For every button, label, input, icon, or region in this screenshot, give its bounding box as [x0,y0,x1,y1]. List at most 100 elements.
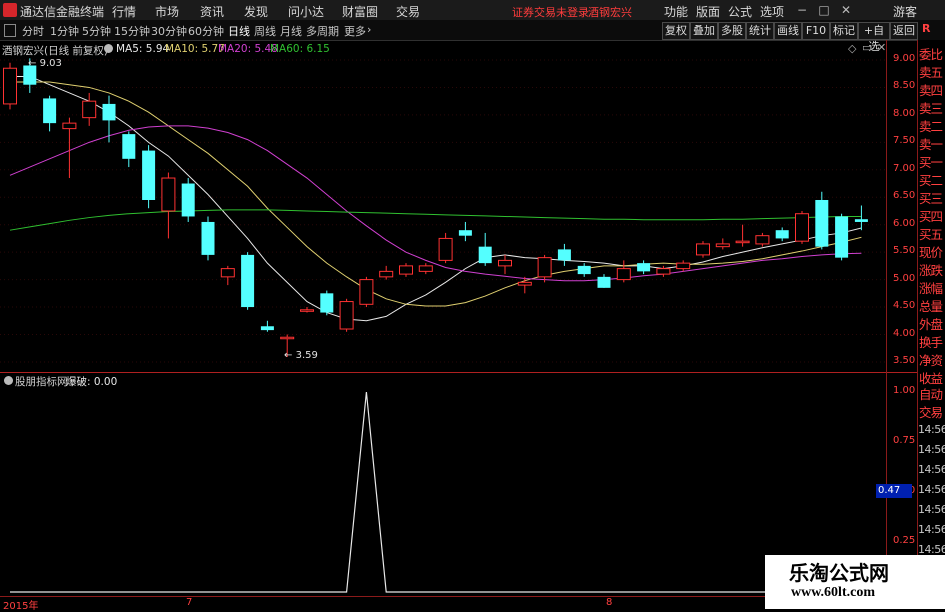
indicator-tick-label: 0.75 [893,435,916,446]
trade-time-label: 14:56 [918,483,945,496]
auto-trade-label[interactable]: 自动 [919,384,943,403]
candlestick-chart [0,40,917,597]
trade-time-label: 14:56 [918,503,945,516]
low-arrow-icon: ← [284,350,293,361]
trade-time-label: 14:56 [918,523,945,536]
quote-item-label: 买二 [919,173,943,188]
candle-body-up [3,67,17,105]
candle-body-up [379,270,394,278]
watermark-title: 乐淘公式网 [789,561,889,585]
trade-time-label: 14:56 [918,463,945,476]
price-tick-label: 3.50 [893,354,916,366]
candle-body-down [122,134,136,159]
candle-body-up [755,235,770,245]
candle-body-up [517,281,532,286]
candle-body-down [320,293,334,313]
candle-body-up [795,213,809,242]
candle-body-up [418,265,433,272]
quote-item-label: 涨跌 [919,263,943,278]
date-label-2015: 2015年 [3,601,39,612]
candle-body-up [438,237,453,261]
quote-item-label: 买四 [919,209,943,224]
candle-body-up [696,243,710,256]
price-tick-label: 7.00 [893,162,916,174]
price-tick-label: 6.50 [893,190,916,202]
sub-indicator-value: 爆破: 0.00 [66,376,118,388]
candle-body-down [854,219,868,222]
indicator-tick-label: 0.25 [893,535,916,546]
candle-body-down [577,265,591,275]
candle-body-up [161,177,176,212]
candle-body-down [43,98,57,124]
low-price-label: ← 3.59 [284,350,318,361]
candle-body-up [220,268,235,278]
quote-item-label: 净资 [919,353,943,368]
watermark-box: 乐淘公式网 www.60lt.com [765,555,945,609]
candle-body-up [715,243,730,248]
quote-item-label: 卖四 [919,83,943,98]
trade-time-label: 14:56 [918,443,945,456]
candle-body-up [339,301,354,330]
candle-body-down [557,249,571,261]
auto-trade-label[interactable]: 交易 [919,402,943,421]
candle-body-up [280,336,295,340]
candle-body-up [676,262,691,270]
quote-item-label: 卖五 [919,65,943,80]
ma-line-ma60 [9,209,862,231]
candle-body-up [359,279,374,305]
candle-body-up [537,257,552,278]
quote-item-label: 卖一 [919,137,943,152]
candle-body-down [241,254,255,308]
indicator-line [10,391,872,593]
quote-item-label: 外盘 [919,317,943,332]
quote-item-label: 总量 [919,299,943,314]
candle-body-up [616,268,631,281]
date-label-aug: 8 [606,597,613,608]
price-tick-label: 5.50 [893,245,916,257]
candle-body-up [82,100,97,119]
trade-time-label: 14:56 [918,423,945,436]
price-tick-label: 6.00 [893,217,916,229]
quote-item-label: 现价 [919,245,943,260]
cursor-value-tag: 0.47 [876,484,912,498]
quote-item-label: 换手 [919,335,943,350]
sub-indicator-settings-icon[interactable] [4,376,13,385]
quote-item-label: 买一 [919,155,943,170]
candle-body-down [142,150,156,200]
price-tick-label: 4.00 [893,327,916,339]
price-tick-label: 9.00 [893,53,916,64]
candle-body-down [458,230,472,236]
ma-line-ma5 [10,75,862,322]
price-tick-label: 5.00 [893,272,916,284]
price-tick-label: 4.50 [893,300,916,312]
high-arrow-icon: ← [28,58,37,69]
quote-item-label: 买五 [919,227,943,242]
candle-body-down [181,183,195,217]
candle-body-up [656,268,671,275]
quote-item-label: 卖三 [919,101,943,116]
candle-body-down [201,221,215,255]
ma-line-ma10 [10,81,862,307]
candle-body-down [637,263,651,272]
candle-body-down [102,103,116,121]
price-tick-label: 7.50 [893,135,916,147]
price-tick-label: 8.50 [893,80,916,92]
candle-body-up [399,265,413,275]
candle-body-down [775,230,789,239]
quote-item-label: 卖二 [919,119,943,134]
high-price-label: ← 9.03 [28,58,62,69]
quote-item-label: 涨幅 [919,281,943,296]
candle-body-down [478,246,492,264]
quote-item-label: 买三 [919,191,943,206]
candle-body-up [498,259,512,267]
sub-indicator-name: 股朋指标网 [15,376,68,388]
candle-body-down [835,216,849,258]
indicator-tick-label: 1.00 [893,385,916,396]
quote-item-label: 委比 [919,47,943,62]
candle-body-up [300,309,314,312]
watermark-url: www.60lt.com [791,585,875,600]
candle-body-down [597,276,611,288]
date-label-jul: 7 [186,597,193,608]
low-price-value: 3.59 [295,350,318,361]
price-tick-label: 8.00 [893,107,916,119]
